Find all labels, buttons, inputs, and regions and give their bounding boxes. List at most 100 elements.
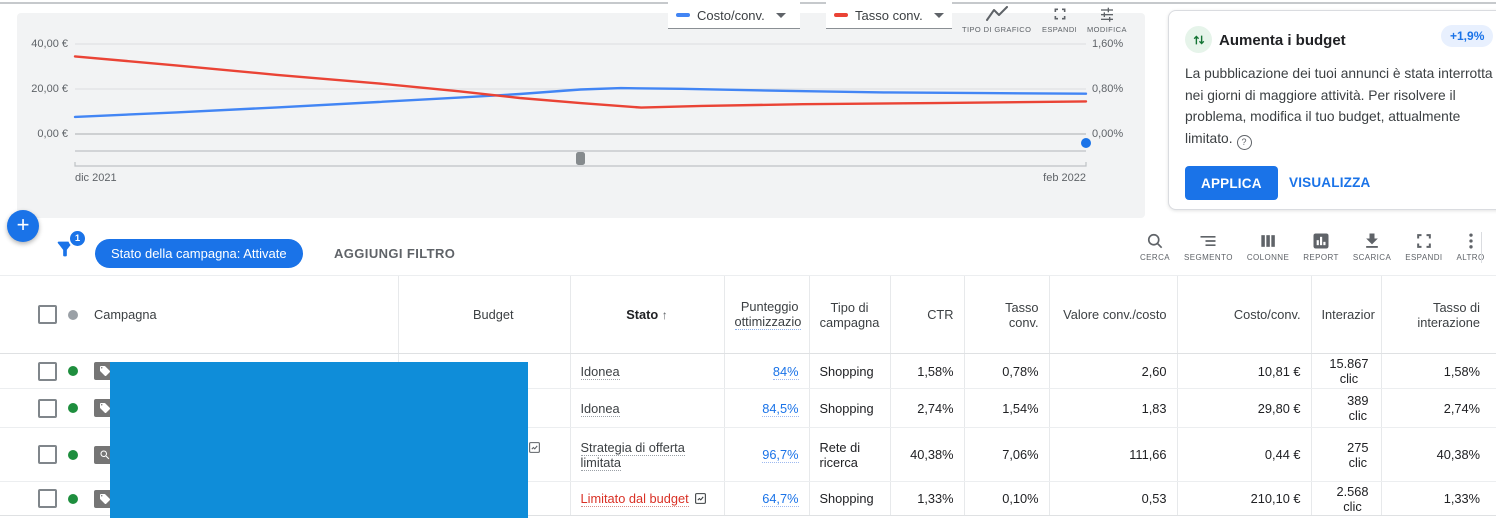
cell-interazioni: 389 clic	[1310, 388, 1381, 428]
tasso-conv-swatch	[834, 13, 848, 17]
insight-card-aumenta-budget: Aumenta i budget +1,9% La pubblicazione …	[1168, 10, 1496, 210]
header-costo-conv[interactable]: Costo/conv.	[1176, 275, 1311, 354]
apply-button[interactable]: APPLICA	[1185, 166, 1278, 200]
cell-punteggio: 84,5%	[723, 388, 809, 428]
cell-interazioni: 15.867 clic	[1310, 353, 1381, 389]
header-ctr[interactable]: CTR	[889, 275, 964, 354]
view-button[interactable]: VISUALIZZA	[1283, 174, 1377, 191]
cell-interazioni: 2.568 clic	[1310, 481, 1381, 516]
chart-modify-button[interactable]: MODIFICA	[1087, 6, 1127, 34]
toolbar-label: SEGMENTO	[1184, 253, 1233, 262]
google-ads-campaigns-page: 40,00 € 20,00 € 0,00 € 1,60% 0,80% 0,00%…	[0, 0, 1496, 518]
toolbar-report-button[interactable]: REPORT	[1303, 231, 1339, 262]
cell-valore: 2,60	[1048, 353, 1177, 389]
tune-icon	[1100, 7, 1113, 22]
metric-selector-tasso-conv[interactable]: Tasso conv.	[826, 2, 952, 29]
header-valore-conv-costo[interactable]: Valore conv./costo	[1048, 275, 1177, 354]
toolbar-columns-button[interactable]: COLONNE	[1247, 231, 1289, 262]
row-checkbox[interactable]	[38, 361, 57, 381]
chart-expand-button[interactable]: ESPANDI	[1042, 6, 1077, 34]
toolbar-expand-button[interactable]: ESPANDI	[1405, 231, 1442, 262]
header-interazioni[interactable]: Interazior	[1310, 275, 1381, 354]
y-right-tick-080: 0,80%	[1092, 83, 1124, 95]
redaction-overlay	[110, 362, 528, 518]
chart-tool-label: ESPANDI	[1042, 25, 1078, 34]
cell-valore: 0,53	[1048, 481, 1177, 516]
cell-stato: Limitato dal budget	[569, 481, 724, 516]
download-icon	[1366, 233, 1378, 248]
header-tasso-interazione[interactable]: Tasso di interazione	[1380, 275, 1496, 354]
cell-tasso-interazione: 1,33%	[1380, 481, 1496, 516]
status-dot-active	[68, 493, 78, 504]
chart-tool-label: TIPO DI GRAFICO	[962, 25, 1032, 34]
select-all-checkbox[interactable]	[38, 305, 57, 324]
y-left-tick-40: 40,00 €	[31, 38, 68, 50]
metric-selector-costo-conv[interactable]: Costo/conv.	[668, 2, 800, 29]
cell-tasso-conv: 1,54%	[963, 388, 1049, 428]
cell-interazioni: 275 clic	[1310, 427, 1381, 482]
header-tasso-conv[interactable]: Tasso conv.	[963, 275, 1049, 354]
cell-costo-conv: 10,81 €	[1176, 353, 1311, 389]
header-tipo-campagna[interactable]: Tipo di campagna	[808, 275, 890, 354]
cell-stato: Idonea	[569, 353, 724, 389]
metric-selector-label: Costo/conv.	[697, 7, 765, 23]
scrubber-dot[interactable]	[1081, 138, 1091, 148]
help-icon[interactable]: ?	[1236, 134, 1252, 150]
sort-ascending-icon: ↑	[661, 308, 668, 322]
optimization-score-link[interactable]: 96,7%	[762, 447, 799, 463]
toolbar-search-button[interactable]: CERCA	[1140, 231, 1170, 262]
shopping-tag-icon	[99, 493, 110, 504]
toolbar-download-button[interactable]: SCARICA	[1353, 231, 1391, 262]
cell-ctr: 2,74%	[889, 388, 964, 428]
status-text: Limitato dal budget	[580, 491, 689, 507]
budget-arrows-icon	[1185, 26, 1212, 53]
chart-type-button[interactable]: TIPO DI GRAFICO	[962, 6, 1031, 34]
cell-stato: Strategia di offerta limitata	[569, 427, 724, 482]
status-text: Idonea	[580, 400, 620, 417]
cell-punteggio: 96,7%	[723, 427, 809, 482]
segment-icon	[1200, 236, 1216, 246]
cell-tasso-conv: 7,06%	[963, 427, 1049, 482]
toolbar-segment-button[interactable]: SEGMENTO	[1184, 231, 1233, 262]
more-icon	[1468, 233, 1473, 249]
columns-icon	[1261, 235, 1275, 247]
toolbar-label: ESPANDI	[1405, 253, 1443, 262]
chevron-down-icon	[933, 12, 944, 18]
table-toolbar: CERCA SEGMENTO COLONNE REPORT SCARICA ES…	[1133, 231, 1492, 262]
insight-card-body: La pubblicazione dei tuoi annunci è stat…	[1185, 63, 1493, 150]
y-right-tick-000: 0,00%	[1092, 128, 1124, 140]
cell-costo-conv: 29,80 €	[1176, 388, 1311, 428]
header-label: Campagna	[94, 307, 157, 322]
header-campagna[interactable]: Campagna	[0, 275, 398, 354]
optimization-score-link[interactable]: 84%	[772, 363, 799, 380]
toolbar-label: REPORT	[1303, 253, 1339, 262]
performance-chart-panel	[17, 13, 1145, 218]
add-campaign-fab[interactable]: +	[7, 210, 39, 242]
cell-ctr: 40,38%	[889, 427, 964, 482]
add-filter-button[interactable]: AGGIUNGI FILTRO	[334, 246, 455, 261]
shopping-tag-icon	[99, 366, 110, 376]
row-checkbox[interactable]	[38, 445, 57, 464]
optimization-score-link[interactable]: 84,5%	[762, 400, 799, 417]
metric-selector-label: Tasso conv.	[855, 7, 923, 23]
cell-tipo: Rete di ricerca	[808, 427, 890, 482]
filter-count-badge: 1	[68, 229, 87, 248]
header-punteggio-ottimizzazione[interactable]: Punteggio ottimizzazio	[723, 275, 809, 354]
cell-tipo: Shopping	[808, 388, 890, 428]
row-checkbox[interactable]	[38, 489, 57, 508]
header-stato[interactable]: Stato ↑	[569, 275, 724, 354]
cell-ctr: 1,33%	[889, 481, 964, 516]
status-text: Strategia di offerta limitata	[580, 439, 685, 471]
scrubber-handle[interactable]	[576, 152, 585, 165]
cell-tasso-interazione: 2,74%	[1380, 388, 1496, 428]
cell-ctr: 1,58%	[889, 353, 964, 389]
optimization-score-link[interactable]: 64,7%	[762, 491, 799, 507]
active-filter-chip[interactable]: Stato della campagna: Attivate	[95, 239, 303, 268]
header-budget[interactable]: Budget	[397, 275, 570, 354]
bid-strategy-report-icon[interactable]	[694, 492, 707, 505]
toolbar-label: SCARICA	[1352, 253, 1392, 262]
insight-uplift-badge: +1,9%	[1441, 25, 1494, 47]
status-text: Idonea	[580, 363, 620, 380]
row-checkbox[interactable]	[38, 398, 57, 418]
chart-tool-label: MODIFICA	[1087, 25, 1127, 34]
